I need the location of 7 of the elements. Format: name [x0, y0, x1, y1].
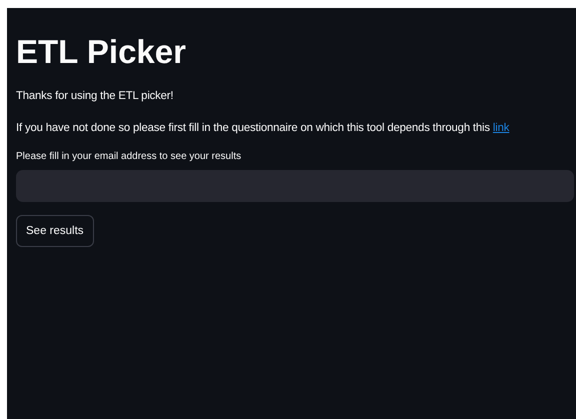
see-results-button[interactable]: See results: [16, 215, 94, 247]
email-label: Please fill in your email address to see your results: [16, 150, 242, 164]
thanks-text: Thanks for using the ETL picker!: [16, 89, 174, 104]
page-title: ETL Picker: [16, 32, 187, 72]
questionnaire-text: If you have not done so please first fill in the questionnaire on which this tool depends through this link: [16, 121, 510, 136]
email-field[interactable]: [16, 170, 574, 202]
questionnaire-link[interactable]: link: [492, 122, 510, 134]
